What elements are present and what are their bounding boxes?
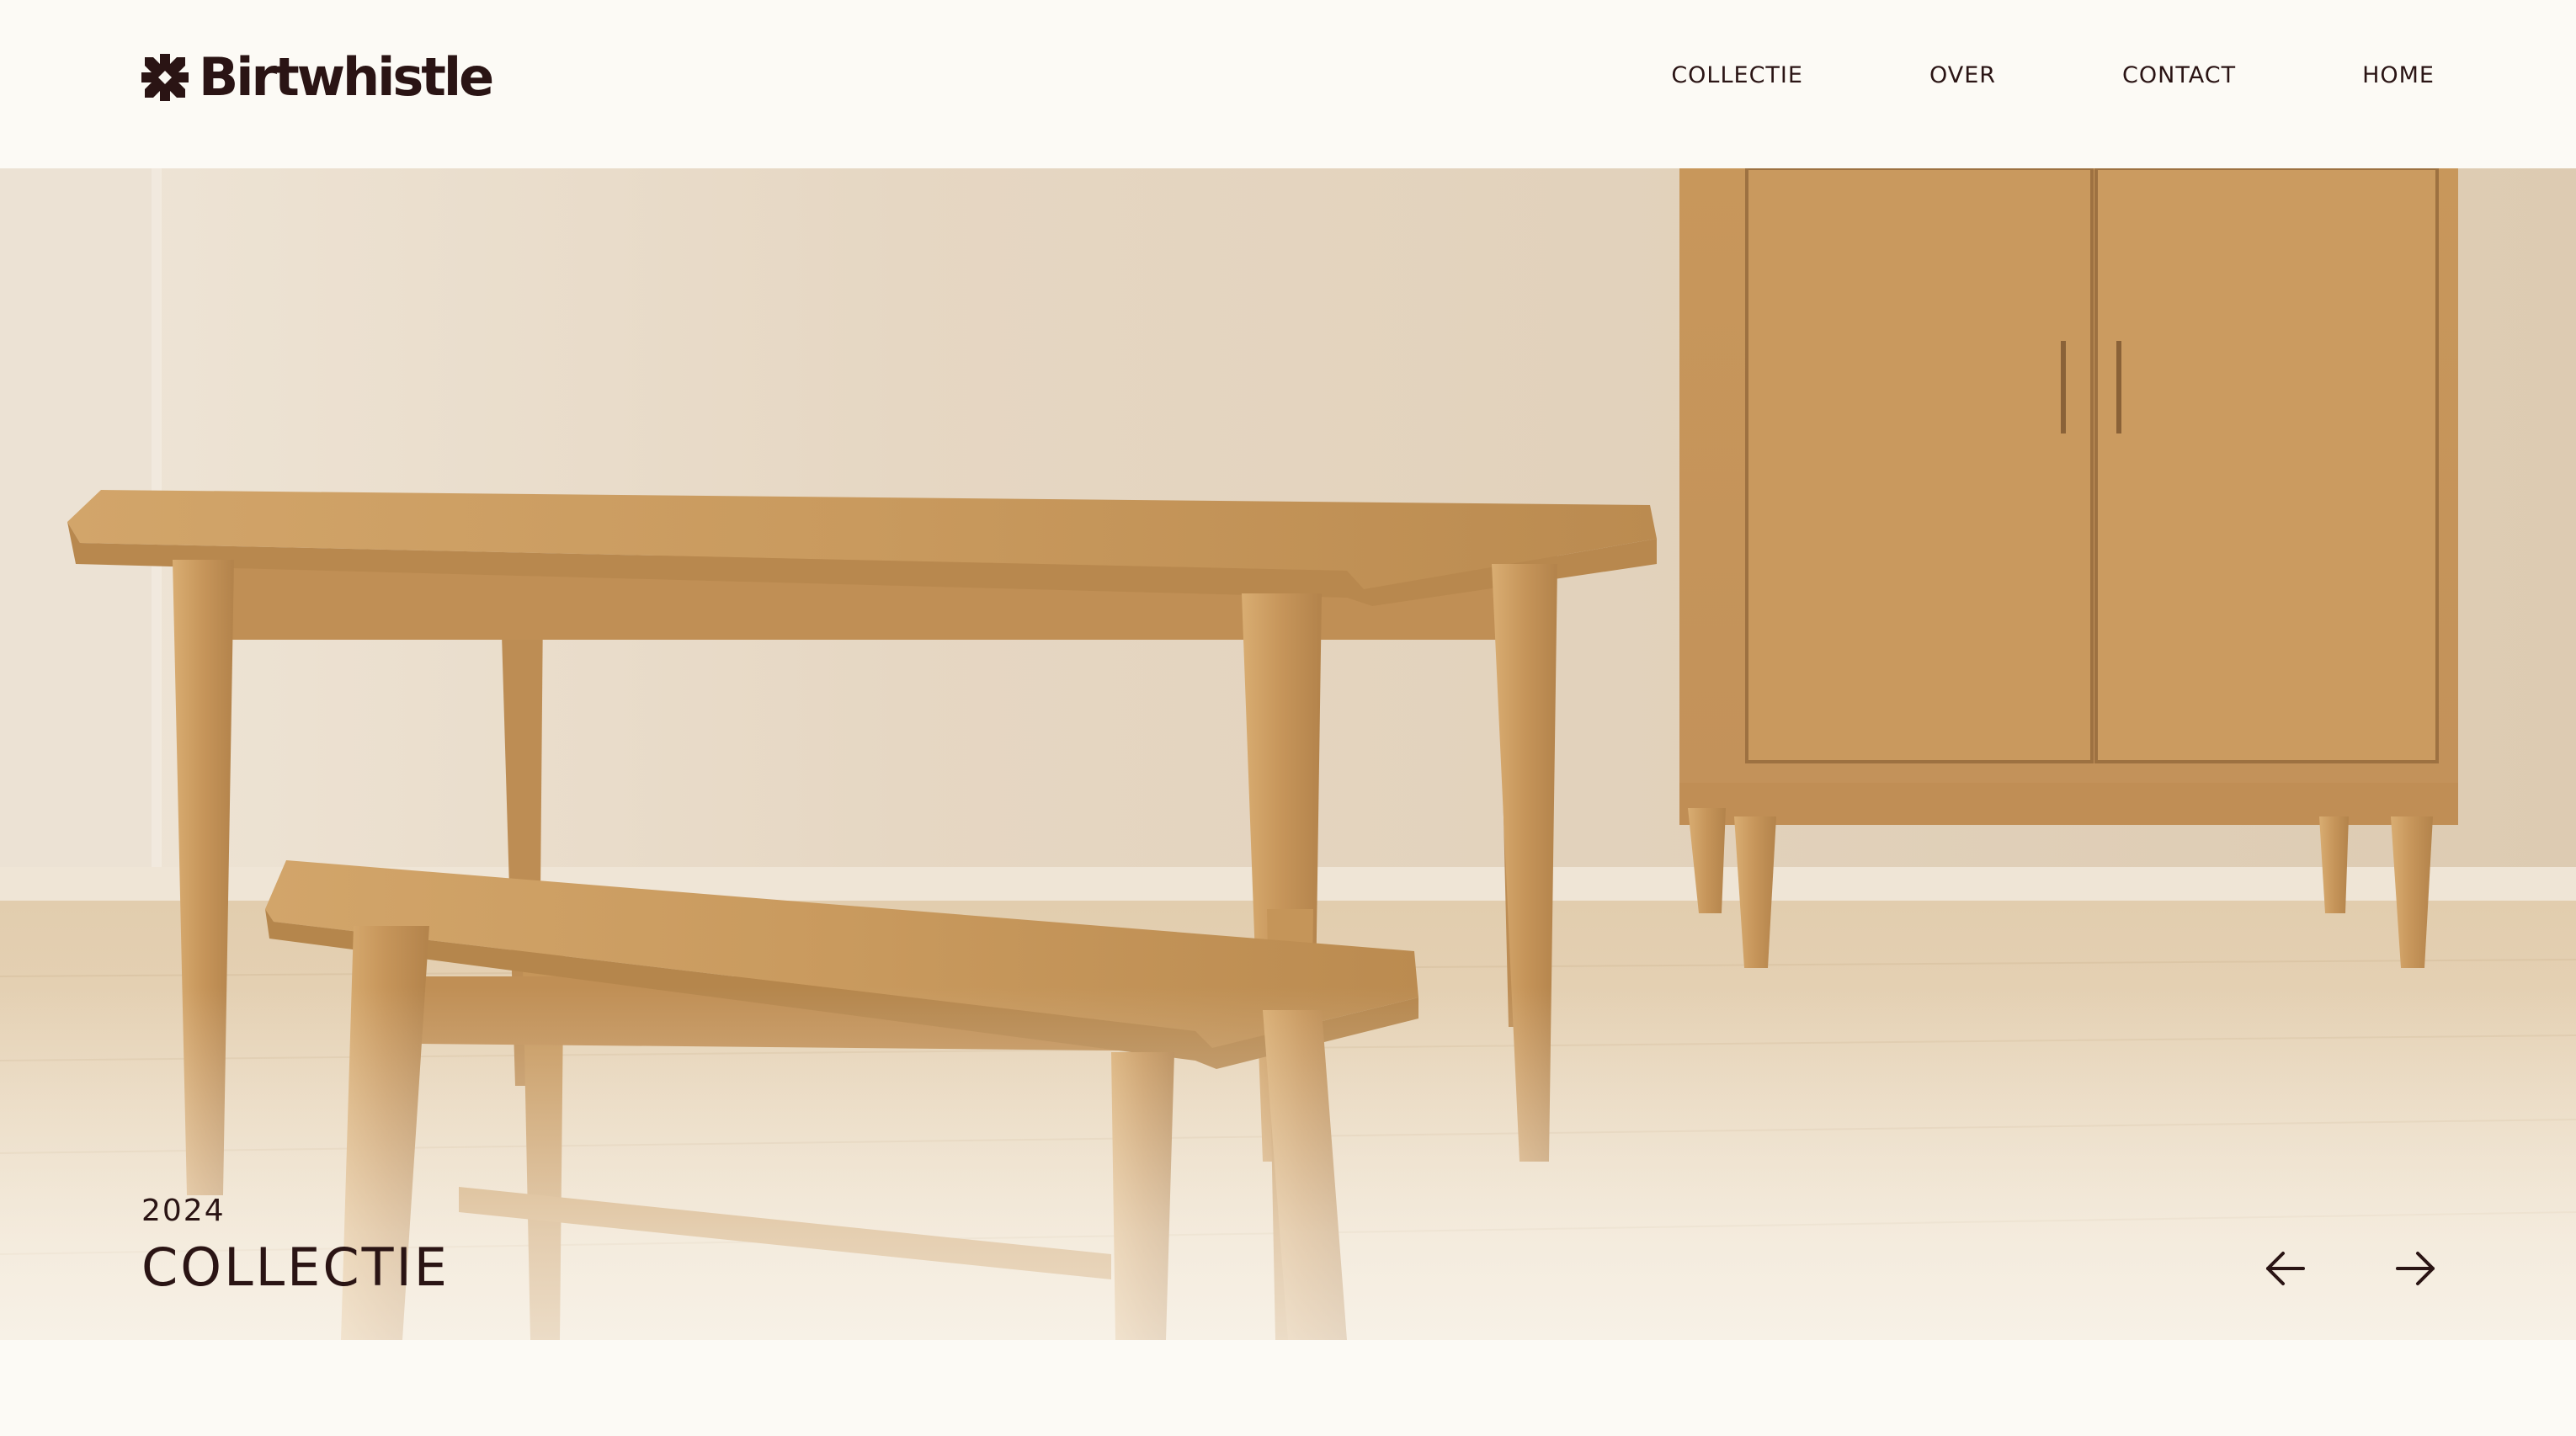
snowflake-cross-icon: [141, 54, 189, 101]
nav-item-contact[interactable]: CONTACT: [2122, 62, 2236, 88]
page-section-below-hero: [0, 1340, 2576, 1436]
prev-slide-button[interactable]: [2259, 1243, 2310, 1294]
hero-title: COLLECTIE: [141, 1237, 450, 1298]
next-slide-button[interactable]: [2391, 1243, 2441, 1294]
arrow-left-icon: [2266, 1252, 2305, 1285]
site-header: Birtwhistle COLLECTIE OVER CONTACT HOME: [0, 0, 2576, 168]
nav-item-home[interactable]: HOME: [2362, 62, 2435, 88]
hero-year: 2024: [141, 1194, 226, 1228]
hero-caption: 2024 COLLECTIE: [141, 1196, 450, 1294]
nav-item-over[interactable]: OVER: [1929, 62, 1996, 88]
hero-slider: 2024 COLLECTIE: [0, 168, 2576, 1340]
brand-logo[interactable]: Birtwhistle: [141, 46, 494, 108]
slider-controls: [2259, 1243, 2441, 1294]
arrow-right-icon: [2396, 1252, 2435, 1285]
brand-name: Birtwhistle: [199, 46, 494, 108]
main-nav: COLLECTIE OVER CONTACT HOME: [1671, 62, 2435, 88]
nav-item-collectie[interactable]: COLLECTIE: [1671, 62, 1803, 88]
